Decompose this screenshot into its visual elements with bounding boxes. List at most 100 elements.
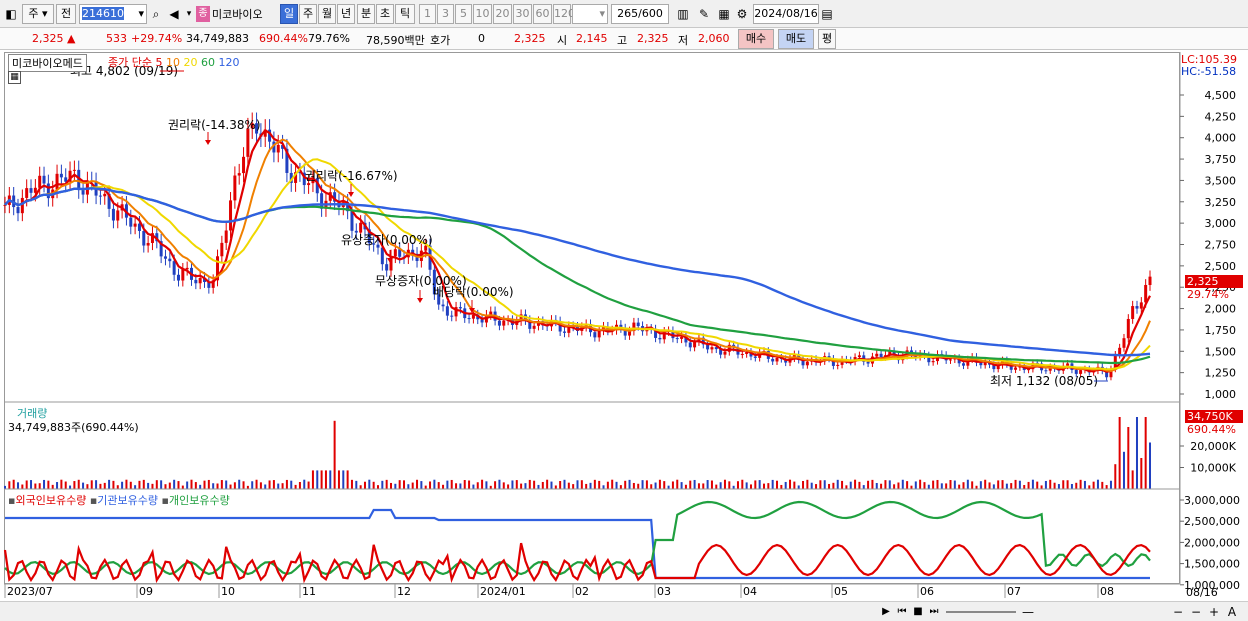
candle — [20, 197, 24, 214]
volume-bar — [376, 485, 379, 489]
volume-bar — [741, 479, 744, 489]
volume-bar — [481, 479, 484, 489]
zoom-slider[interactable] — [946, 611, 1016, 613]
volume-bar — [1079, 479, 1082, 489]
volume-bar — [802, 480, 805, 489]
y-tick-label: 2,750 — [1205, 239, 1237, 252]
volume-bar — [390, 482, 393, 489]
candle — [502, 320, 506, 326]
volume-bar — [671, 481, 674, 489]
volume-bar — [1088, 485, 1091, 489]
volume-bar — [372, 481, 375, 489]
volume-bar — [528, 479, 531, 489]
volume-bar — [324, 470, 327, 489]
candle — [1131, 306, 1135, 319]
volume-bar — [238, 479, 241, 489]
volume-bar — [1096, 479, 1099, 489]
volume-bar — [407, 484, 410, 489]
holder-tick-label: 3,000,000 — [1184, 494, 1240, 507]
y-tick-label: 3,000 — [1205, 217, 1237, 230]
volume-bar — [316, 470, 319, 489]
candle — [710, 347, 714, 350]
volume-bar — [181, 485, 184, 489]
volume-bar — [897, 482, 900, 489]
candle — [636, 322, 640, 327]
volume-bar — [624, 480, 627, 489]
candle — [1066, 363, 1070, 366]
candle — [532, 325, 536, 329]
volume-bar — [862, 485, 865, 489]
holder-tick-label: 1,500,000 — [1184, 558, 1240, 571]
volume-bar — [576, 480, 579, 489]
volume-bar — [572, 484, 575, 489]
volume-bar — [524, 483, 527, 489]
last-icon[interactable]: ⏭ — [926, 603, 942, 621]
candle — [194, 279, 198, 284]
volume-bar — [320, 470, 323, 489]
candle — [29, 188, 33, 193]
candle — [1118, 347, 1122, 355]
chart-svg: 최고 4,802 (09/19)최저 1,132 (08/05)권리락(-14.… — [3, 52, 1240, 598]
vol-tick-label: 10,000K — [1190, 462, 1236, 475]
volume-bar — [194, 482, 197, 489]
volume-bar — [906, 481, 909, 489]
candle — [471, 314, 475, 319]
volume-bar — [403, 480, 406, 489]
volume-bar — [806, 479, 809, 489]
event-label: 권리락(-14.38%) — [168, 118, 261, 132]
volume-bar — [1114, 464, 1117, 489]
event-label: 권리락(-16.67%) — [305, 169, 398, 183]
candle — [59, 173, 63, 178]
stop-icon[interactable]: ■ — [910, 603, 926, 621]
volume-bar — [619, 485, 622, 489]
volume-bar — [663, 481, 666, 489]
volume-bar — [259, 482, 262, 489]
volume-bar — [914, 481, 917, 489]
price-legend-name[interactable]: 미코바이오메드 — [8, 54, 87, 72]
font-size-icon[interactable]: A — [1224, 603, 1240, 621]
legend-individual: 개인보유수량 — [168, 494, 230, 507]
volume-bar — [12, 479, 15, 489]
volume-bar — [1036, 481, 1039, 489]
candle — [38, 175, 42, 188]
volume-bar — [337, 470, 340, 489]
zoom-in-icon[interactable]: + — [1206, 603, 1222, 621]
x-tick-label: 12 — [397, 585, 411, 598]
holder-legend: ▪외국인보유수량 ▪기관보유수량 ▪개인보유수량 — [8, 494, 230, 507]
volume-value: 34,749,883주(690.44%) — [8, 421, 139, 434]
volume-bar — [8, 481, 11, 489]
volume-bar — [147, 482, 150, 489]
volume-bar — [459, 483, 462, 489]
volume-bar — [1027, 481, 1030, 489]
zoom-out-icon[interactable]: − — [1170, 603, 1186, 621]
event-arrow-head — [205, 140, 211, 145]
volume-bar — [776, 480, 779, 489]
volume-bar — [971, 481, 974, 489]
scroll-right-icon[interactable]: ▶ — [878, 603, 894, 621]
candle — [172, 261, 176, 275]
volume-bar — [819, 480, 822, 489]
volume-bar — [589, 482, 592, 489]
volume-bar — [498, 479, 501, 489]
minus-icon[interactable]: − — [1188, 603, 1204, 621]
event-arrow-head — [417, 298, 423, 303]
volume-bar — [82, 482, 85, 489]
y-tick-label: 1,500 — [1205, 345, 1237, 358]
volume-tag: 34,750K — [1185, 410, 1243, 423]
candle — [497, 320, 501, 326]
bottom-bar: ▶ ⏮ ■ ⏭ — − − + A — [0, 601, 1248, 621]
first-icon[interactable]: ⏮ — [894, 603, 910, 621]
volume-bar — [515, 480, 518, 489]
volume-bar — [307, 481, 310, 489]
zoom-reset-icon[interactable]: — — [1020, 603, 1036, 621]
candle — [740, 353, 744, 355]
volume-bar — [468, 480, 471, 489]
x-tick-label: 05 — [834, 585, 848, 598]
grid-icon[interactable]: ▦ — [8, 71, 21, 84]
volume-bar — [1066, 480, 1069, 489]
volume-bar — [1014, 479, 1017, 489]
volume-bar — [73, 481, 76, 489]
candle — [467, 318, 471, 320]
x-tick-label: 11 — [302, 585, 316, 598]
volume-bar — [1023, 484, 1026, 489]
